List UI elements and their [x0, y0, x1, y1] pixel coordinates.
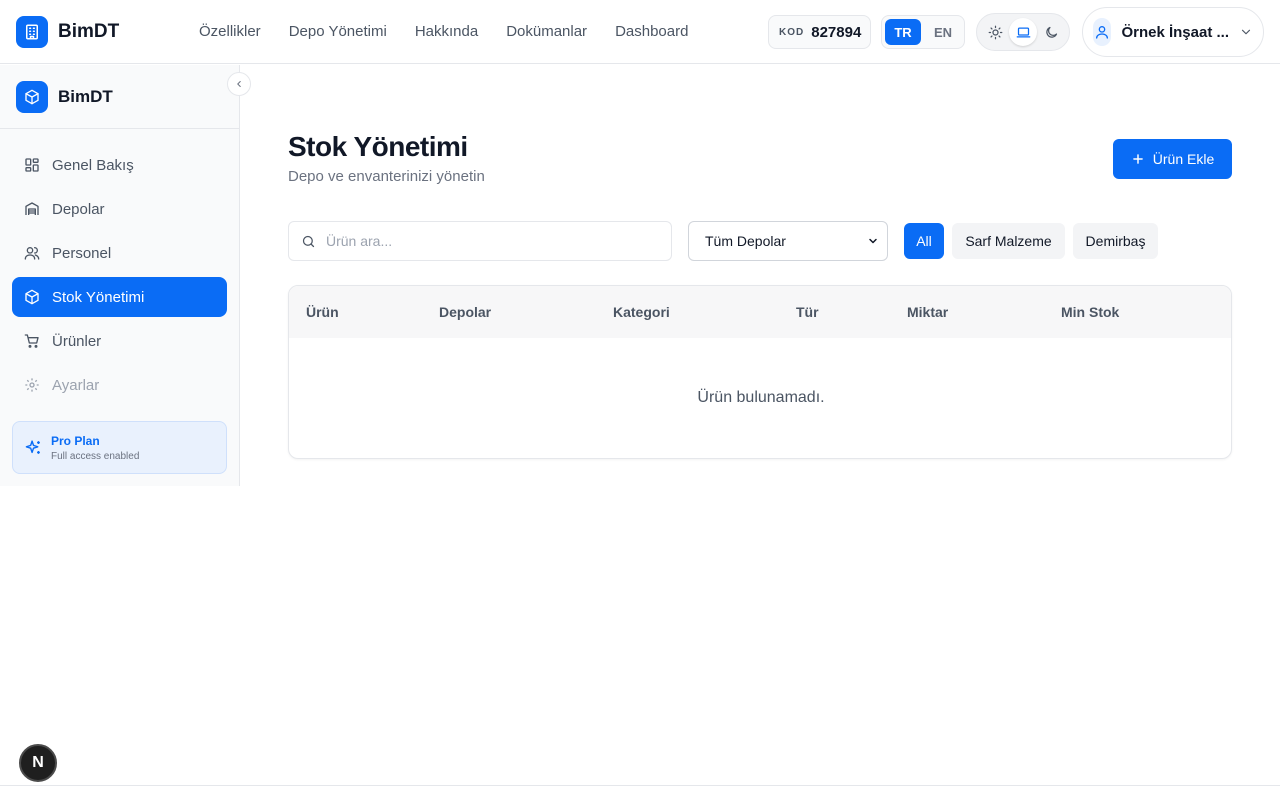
warehouse-icon — [24, 201, 40, 217]
search-input[interactable] — [326, 233, 646, 249]
table-header: Ürün Depolar Kategori Tür Miktar Min Sto… — [289, 286, 1231, 338]
nav-link-about[interactable]: Hakkında — [415, 23, 478, 40]
add-product-label: Ürün Ekle — [1152, 151, 1215, 167]
top-navbar: BimDT Özellikler Depo Yönetimi Hakkında … — [0, 0, 1280, 64]
nav-link-dashboard[interactable]: Dashboard — [615, 23, 688, 40]
dev-tools-badge[interactable]: N — [19, 744, 57, 782]
main-nav: Özellikler Depo Yönetimi Hakkında Doküma… — [199, 23, 688, 40]
nav-link-warehouse[interactable]: Depo Yönetimi — [289, 23, 387, 40]
brand-name: BimDT — [58, 21, 120, 42]
sidebar-item-label: Depolar — [52, 200, 105, 218]
sidebar-item-label: Genel Bakış — [52, 156, 134, 174]
box-logo-icon — [16, 80, 48, 113]
filter-all-button[interactable]: All — [904, 223, 944, 259]
plus-icon — [1131, 152, 1145, 166]
box-icon — [24, 289, 40, 305]
sidebar-item-settings: Ayarlar — [12, 365, 227, 405]
sidebar-item-label: Ayarlar — [52, 376, 100, 394]
column-header-category: Kategori — [613, 304, 670, 320]
header-brand[interactable]: BimDT — [16, 16, 119, 48]
sidebar: BimDT Genel Bakış Depolar Personel Stok … — [0, 65, 240, 486]
company-code[interactable]: KOD 827894 — [768, 15, 871, 49]
gear-icon — [24, 377, 40, 393]
search-icon — [301, 234, 316, 249]
column-header-type: Tür — [796, 304, 819, 320]
sidebar-item-personnel[interactable]: Personel — [12, 233, 227, 273]
sidebar-brand-name: BimDT — [58, 86, 113, 106]
sun-icon[interactable] — [981, 18, 1009, 46]
column-header-quantity: Miktar — [907, 304, 949, 320]
stock-table: Ürün Depolar Kategori Tür Miktar Min Sto… — [288, 285, 1232, 459]
users-icon — [24, 245, 40, 261]
chevron-left-icon — [234, 79, 244, 89]
sidebar-item-products[interactable]: Ürünler — [12, 321, 227, 361]
nav-link-features[interactable]: Özellikler — [199, 23, 261, 40]
sidebar-item-overview[interactable]: Genel Bakış — [12, 145, 227, 185]
lang-en-button[interactable]: EN — [925, 19, 961, 45]
sidebar-menu: Genel Bakış Depolar Personel Stok Yöneti… — [12, 145, 227, 409]
theme-toggle — [976, 13, 1070, 51]
plan-title: Pro Plan — [51, 433, 100, 448]
nav-link-docs[interactable]: Dokümanlar — [506, 23, 587, 40]
plan-card: Pro Plan Full access enabled — [12, 421, 227, 474]
column-header-product: Ürün — [306, 304, 339, 320]
column-header-warehouses: Depolar — [439, 304, 492, 320]
add-product-button[interactable]: Ürün Ekle — [1113, 139, 1232, 179]
sidebar-item-label: Ürünler — [52, 332, 102, 350]
plan-subtitle: Full access enabled — [51, 450, 140, 462]
sidebar-item-warehouses[interactable]: Depolar — [12, 189, 227, 229]
laptop-icon[interactable] — [1009, 18, 1037, 46]
chevron-down-icon — [867, 235, 879, 247]
bottom-divider — [0, 785, 1280, 786]
sidebar-collapse-button[interactable] — [227, 72, 251, 96]
warehouse-select-value: Tüm Depolar — [705, 233, 786, 249]
sparkles-icon — [25, 439, 42, 456]
filter-consumables-button[interactable]: Sarf Malzeme — [952, 223, 1065, 259]
language-toggle: TR EN — [881, 15, 965, 49]
sidebar-item-label: Personel — [52, 244, 112, 262]
user-menu[interactable]: Örnek İnşaat ... — [1082, 7, 1264, 57]
filter-fixtures-button[interactable]: Demirbaş — [1073, 223, 1158, 259]
building-icon — [16, 16, 48, 48]
code-label: KOD — [779, 26, 805, 38]
page-subtitle: Depo ve envanterinizi yönetin — [288, 168, 485, 185]
warehouse-select[interactable]: Tüm Depolar — [688, 221, 888, 261]
column-header-min-stock: Min Stok — [1061, 304, 1120, 320]
product-search — [288, 221, 672, 261]
lang-tr-button[interactable]: TR — [885, 19, 921, 45]
user-name: Örnek İnşaat ... — [1121, 23, 1229, 41]
user-icon — [1093, 18, 1112, 46]
code-value: 827894 — [811, 23, 862, 41]
sidebar-brand[interactable]: BimDT — [0, 65, 239, 129]
chevron-down-icon — [1239, 25, 1253, 39]
moon-icon[interactable] — [1037, 18, 1065, 46]
sidebar-item-stock-management[interactable]: Stok Yönetimi — [12, 277, 227, 317]
page-title: Stok Yönetimi — [288, 131, 468, 162]
empty-state-text: Ürün bulunamadı. — [697, 389, 825, 406]
sidebar-item-label: Stok Yönetimi — [52, 288, 145, 306]
grid-icon — [24, 157, 40, 173]
cart-icon — [24, 333, 40, 349]
